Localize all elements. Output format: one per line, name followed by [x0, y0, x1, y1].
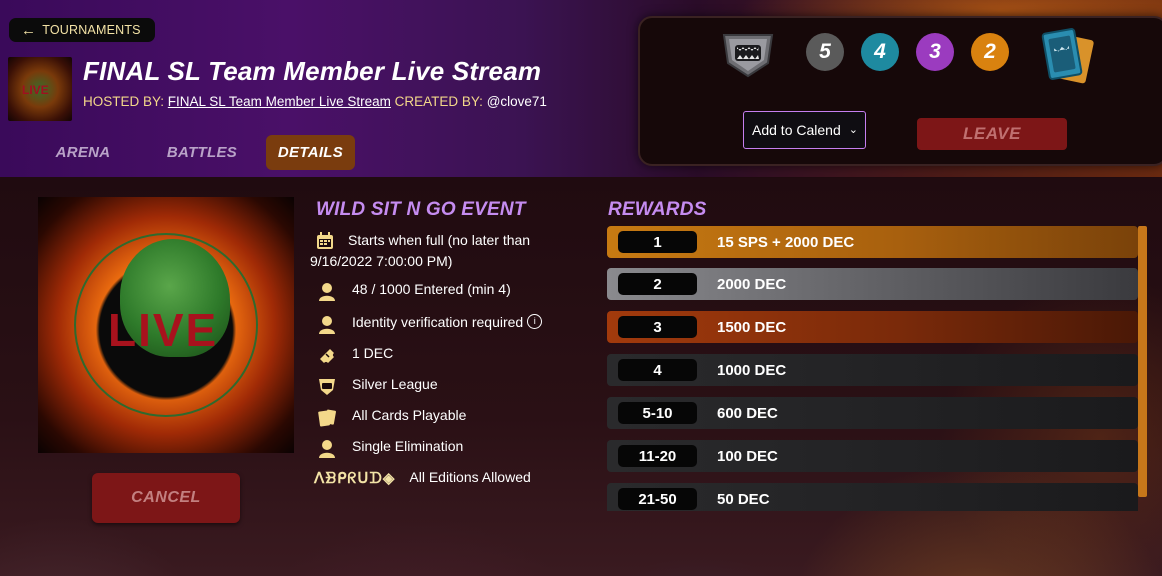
person-icon [315, 314, 339, 336]
info-league: Silver League [352, 376, 438, 392]
reward-prize: 15 SPS + 2000 DEC [717, 233, 855, 251]
info-row-league: Silver League [314, 376, 438, 398]
info-icon[interactable]: i [527, 314, 543, 329]
silver-league-shield-icon [722, 34, 774, 78]
event-art-image: LIVE [38, 197, 294, 453]
reward-prize: 600 DEC [717, 404, 778, 422]
tournament-logo: LIVE [8, 57, 72, 121]
ticket-icon [315, 345, 339, 367]
hosted-by-label: HOSTED BY: [83, 94, 165, 109]
reward-row: 4 1000 DEC [607, 354, 1138, 386]
back-button-label: TOURNAMENTS [42, 23, 141, 37]
reward-prize: 2000 DEC [717, 275, 787, 293]
tournament-tabs: ARENA BATTLES DETAILS [28, 135, 355, 170]
info-row-format: Single Elimination [314, 438, 463, 460]
reward-prize: 100 DEC [717, 447, 778, 465]
info-row-cards: All Cards Playable [314, 407, 466, 429]
info-editions: All Editions Allowed [409, 469, 531, 485]
person-icon [315, 281, 339, 303]
arrow-left-icon: ← [21, 21, 37, 39]
cancel-button[interactable]: CANCEL [92, 473, 240, 523]
cards-icon [315, 407, 339, 429]
reward-rank: 1 [618, 231, 697, 253]
person-icon [315, 438, 339, 460]
tournament-logo-text: LIVE [22, 83, 49, 97]
tab-battles[interactable]: BATTLES [138, 135, 266, 170]
reward-rank: 21-50 [618, 488, 697, 510]
reward-prize: 1000 DEC [717, 361, 787, 379]
edition-runes-icon: ᐱᗽᑭᖇᑌᗪ◈ [314, 470, 396, 487]
reward-rank: 11-20 [618, 445, 697, 467]
rewards-heading: REWARDS [608, 199, 707, 220]
add-to-calendar-select[interactable]: Add to Calend ⌄ [743, 111, 866, 149]
info-row-fee: 1 DEC [314, 345, 393, 367]
event-art-text: LIVE [108, 304, 219, 356]
page-title: FINAL SL Team Member Live Stream [83, 56, 542, 86]
leave-button[interactable]: LEAVE [917, 118, 1067, 150]
event-heading: WILD SIT N GO EVENT [316, 199, 526, 220]
reward-rank: 5-10 [618, 402, 697, 424]
info-row-starts: Starts when full (no later than 9/16/202… [310, 230, 584, 272]
tab-details[interactable]: DETAILS [266, 135, 355, 170]
reward-row: 21-50 50 DEC [607, 483, 1138, 511]
rewards-scrollbar[interactable] [1138, 226, 1147, 497]
reward-row: 3 1500 DEC [607, 311, 1138, 343]
reward-row: 1 15 SPS + 2000 DEC [607, 226, 1138, 258]
reward-row: 11-20 100 DEC [607, 440, 1138, 472]
info-entered: 48 / 1000 Entered (min 4) [352, 281, 511, 297]
count-badge-5: 5 [806, 33, 844, 71]
reward-prize: 1500 DEC [717, 318, 787, 336]
count-badge-2: 2 [971, 33, 1009, 71]
info-starts: Starts when full (no later than 9/16/202… [310, 232, 531, 269]
info-row-editions: ᐱᗽᑭᖇᑌᗪ◈ All Editions Allowed [314, 469, 531, 487]
hosted-by-line: HOSTED BY: FINAL SL Team Member Live Str… [83, 94, 547, 109]
card-deck-icon [1041, 28, 1094, 84]
reward-row: 2 2000 DEC [607, 268, 1138, 300]
info-row-entered: 48 / 1000 Entered (min 4) [314, 281, 511, 303]
info-fee: 1 DEC [352, 345, 394, 361]
info-identity: Identity verification required [352, 314, 524, 330]
info-row-identity: Identity verification required i [314, 314, 543, 336]
created-by-label: CREATED BY: [394, 94, 483, 109]
reward-rank: 3 [618, 316, 697, 338]
reward-prize: 50 DEC [717, 490, 770, 508]
chevron-down-icon: ⌄ [848, 124, 858, 136]
reward-rank: 2 [618, 273, 697, 295]
tab-arena[interactable]: ARENA [28, 135, 138, 170]
rewards-list[interactable]: 1 15 SPS + 2000 DEC 2 2000 DEC 3 1500 DE… [607, 226, 1147, 511]
hosted-by-link[interactable]: FINAL SL Team Member Live Stream [168, 94, 391, 109]
back-to-tournaments-button[interactable]: ← TOURNAMENTS [9, 18, 155, 42]
league-shield-icon [315, 376, 339, 398]
add-to-calendar-value: Add to Calend [752, 122, 841, 138]
count-badge-4: 4 [861, 33, 899, 71]
created-by-user: @clove71 [486, 94, 547, 109]
info-cards: All Cards Playable [352, 407, 467, 423]
count-badge-3: 3 [916, 33, 954, 71]
reward-rank: 4 [618, 359, 697, 381]
info-format: Single Elimination [352, 438, 464, 454]
reward-row: 5-10 600 DEC [607, 397, 1138, 429]
